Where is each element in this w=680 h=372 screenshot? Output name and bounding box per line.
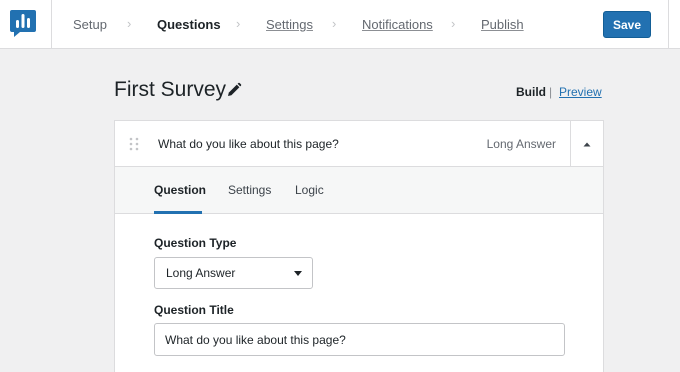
topbar-right-divider (668, 0, 669, 49)
pencil-icon[interactable] (226, 82, 242, 98)
chevron-right-icon: › (451, 16, 456, 31)
question-header[interactable]: What do you like about this page? Long A… (115, 121, 603, 167)
chevron-right-icon: › (127, 16, 132, 31)
caret-down-icon (294, 271, 302, 276)
question-type-badge: Long Answer (486, 137, 556, 151)
preview-link[interactable]: Preview (559, 85, 602, 99)
question-type-label: Question Type (154, 236, 237, 250)
chevron-right-icon: › (236, 16, 241, 31)
step-notifications[interactable]: Notifications (362, 17, 433, 32)
logo-divider (51, 0, 52, 49)
active-tab-indicator (154, 211, 202, 214)
step-setup[interactable]: Setup (73, 17, 107, 32)
question-card: What do you like about this page? Long A… (114, 120, 604, 372)
survey-title: First Survey (114, 78, 227, 101)
question-type-select[interactable]: Long Answer (154, 257, 313, 289)
build-mode-label[interactable]: Build (516, 85, 546, 99)
step-questions[interactable]: Questions (157, 17, 221, 32)
step-settings[interactable]: Settings (266, 17, 313, 32)
step-publish[interactable]: Publish (481, 17, 524, 32)
caret-up-icon (583, 142, 591, 147)
question-title-value: What do you like about this page? (165, 332, 346, 347)
tab-settings[interactable]: Settings (228, 183, 271, 197)
top-bar: Setup › Questions › Settings › Notificat… (0, 0, 680, 49)
tab-logic[interactable]: Logic (295, 183, 324, 197)
tab-question[interactable]: Question (154, 183, 206, 197)
question-type-value: Long Answer (166, 266, 236, 280)
save-button[interactable]: Save (603, 11, 651, 38)
view-mode-divider: | (549, 85, 553, 99)
question-title-input[interactable]: What do you like about this page? (154, 323, 565, 356)
question-title-label: Question Title (154, 303, 234, 317)
bar-chart-logo-icon[interactable] (9, 9, 37, 37)
drag-handle-icon[interactable] (129, 137, 139, 151)
collapse-button[interactable] (571, 121, 603, 167)
question-header-text: What do you like about this page? (158, 137, 339, 151)
question-tabs: Question Settings Logic (115, 167, 603, 214)
chevron-right-icon: › (332, 16, 337, 31)
